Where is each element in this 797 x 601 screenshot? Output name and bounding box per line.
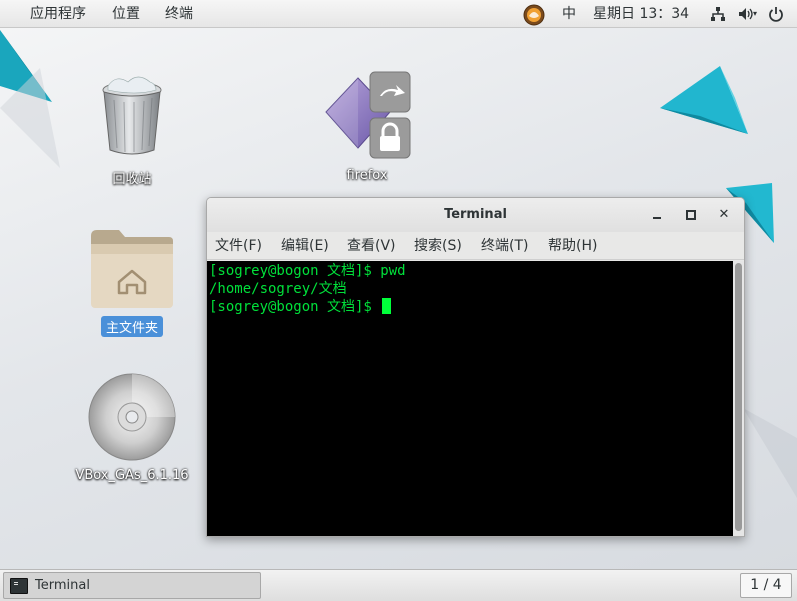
volume-menu-arrow-icon[interactable]: ▾ bbox=[753, 8, 761, 24]
applications-menu[interactable]: 应用程序 bbox=[30, 0, 86, 28]
home-folder-desktop-icon[interactable]: 主文件夹 bbox=[86, 226, 178, 338]
maximize-button[interactable] bbox=[683, 207, 699, 223]
firefox-launcher-icon bbox=[325, 71, 411, 159]
bottom-panel: Terminal 1 / 4 bbox=[0, 569, 797, 601]
places-menu[interactable]: 位置 bbox=[112, 0, 140, 28]
input-method-icon[interactable] bbox=[523, 4, 545, 26]
trash-icon bbox=[102, 76, 162, 155]
firefox-desktop-icon[interactable]: firefox bbox=[322, 70, 412, 190]
firefox-label: firefox bbox=[346, 168, 388, 183]
vbox-disc-label: VBox_GAs_6.1.16 bbox=[75, 468, 189, 483]
home-folder-label: 主文件夹 bbox=[100, 316, 164, 337]
terminal-line: /home/sogrey/文档 bbox=[209, 281, 347, 297]
input-method-indicator[interactable]: 中 bbox=[562, 0, 576, 28]
network-icon[interactable] bbox=[710, 6, 726, 22]
terminal-prompt: [sogrey@bogon 文档]$ bbox=[209, 299, 381, 315]
scrollbar-thumb[interactable] bbox=[735, 263, 742, 531]
terminal-line: [sogrey@bogon 文档]$ pwd bbox=[209, 263, 406, 279]
taskbar-terminal-label: Terminal bbox=[35, 578, 90, 593]
terminal-app-menu[interactable]: 终端 bbox=[165, 0, 193, 28]
maximize-icon bbox=[686, 210, 696, 220]
terminal-icon bbox=[10, 578, 28, 594]
menu-file[interactable]: 文件(F) bbox=[215, 232, 262, 260]
terminal-window[interactable]: Terminal ✕ 文件(F) 编辑(E) 查看(V) 搜索(S) 终端(T)… bbox=[206, 197, 745, 537]
close-icon: ✕ bbox=[718, 207, 730, 222]
clock[interactable]: 星期日 13：34 bbox=[593, 0, 689, 28]
volume-icon[interactable] bbox=[738, 6, 754, 22]
optical-disc-icon bbox=[88, 373, 176, 461]
minimize-icon bbox=[653, 217, 661, 219]
workspace-switcher[interactable]: 1 / 4 bbox=[740, 573, 792, 598]
taskbar-terminal-button[interactable]: Terminal bbox=[3, 572, 261, 599]
menu-view[interactable]: 查看(V) bbox=[347, 232, 396, 260]
terminal-prompt-line: [sogrey@bogon 文档]$ bbox=[209, 298, 392, 316]
menu-edit[interactable]: 编辑(E) bbox=[281, 232, 329, 260]
menu-search[interactable]: 搜索(S) bbox=[414, 232, 462, 260]
top-panel: 应用程序 位置 终端 中 星期日 13：34 ▾ bbox=[0, 0, 797, 28]
close-button[interactable]: ✕ bbox=[716, 207, 732, 223]
menu-help[interactable]: 帮助(H) bbox=[548, 232, 597, 260]
terminal-titlebar[interactable]: Terminal ✕ bbox=[207, 198, 744, 232]
home-folder-icon bbox=[91, 230, 173, 308]
trash-label: 回收站 bbox=[112, 172, 152, 187]
vbox-disc-desktop-icon[interactable]: VBox_GAs_6.1.16 bbox=[66, 372, 198, 484]
minimize-button[interactable] bbox=[649, 207, 665, 223]
terminal-screen[interactable]: [sogrey@bogon 文档]$ pwd /home/sogrey/文档 [… bbox=[207, 261, 733, 536]
menu-terminal[interactable]: 终端(T) bbox=[481, 232, 528, 260]
trash-desktop-icon[interactable]: 回收站 bbox=[90, 76, 174, 188]
terminal-cursor bbox=[382, 298, 392, 314]
terminal-menubar: 文件(F) 编辑(E) 查看(V) 搜索(S) 终端(T) 帮助(H) bbox=[207, 232, 744, 260]
power-icon[interactable] bbox=[768, 6, 784, 22]
terminal-scrollbar[interactable] bbox=[733, 261, 744, 536]
